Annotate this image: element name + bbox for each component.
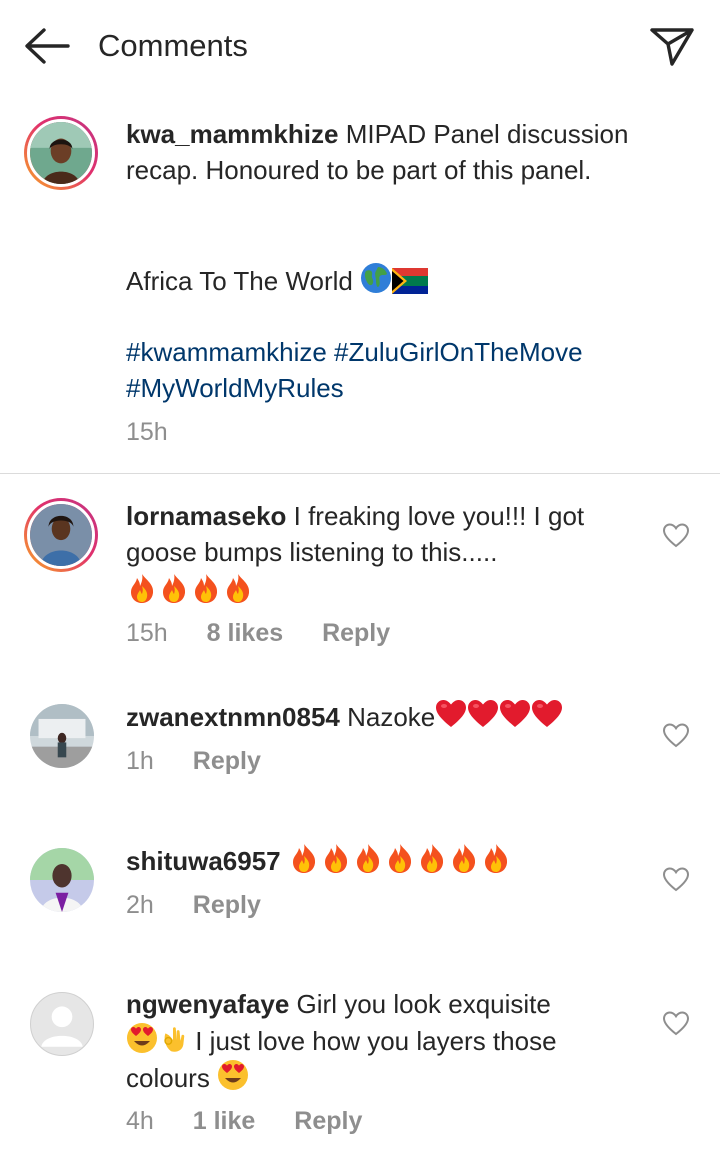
fire-emoji [126, 572, 158, 604]
red-heart-emoji [467, 698, 499, 730]
caption-meta: 15h [126, 417, 200, 447]
red-heart-emoji [499, 698, 531, 730]
avatar-zwanextnmn0854[interactable] [30, 704, 94, 768]
comment-4: ngwenyafaye Girl you look exquisite I ju… [126, 986, 646, 1096]
fire-emoji [448, 842, 480, 874]
avatar-ngwenyafaye[interactable] [30, 992, 94, 1056]
profile-photo [30, 704, 94, 768]
comment-time: 4h [126, 1107, 154, 1135]
comment-2: zwanextnmn0854 Nazoke [126, 698, 646, 735]
comment-time: 2h [126, 891, 154, 919]
comment-1-meta: 15h 8 likes Reply [126, 618, 422, 648]
fire-emoji [158, 572, 190, 604]
post-caption: kwa_mammkhize MIPAD Panel discussion rec… [126, 116, 646, 188]
comment-username[interactable]: ngwenyafaye [126, 989, 289, 1019]
heart-outline-icon [662, 1011, 690, 1036]
like-comment-button[interactable] [662, 722, 690, 748]
fire-emoji [190, 572, 222, 604]
comment-2-meta: 1h Reply [126, 746, 293, 776]
comment-time: 1h [126, 747, 154, 775]
comment-4-meta: 4h 1 like Reply [126, 1106, 394, 1136]
share-button[interactable] [648, 24, 696, 68]
comment-username[interactable]: lornamaseko [126, 501, 286, 531]
globe-emoji [360, 262, 392, 294]
comment-text: Girl you look exquisite [296, 989, 551, 1019]
comment-likes[interactable]: 1 like [193, 1107, 256, 1135]
comment-text-continued: I just love how you layers those [195, 1026, 557, 1056]
like-comment-button[interactable] [662, 1010, 690, 1036]
profile-photo [30, 848, 94, 912]
avatar-lornamaseko[interactable] [24, 498, 98, 572]
like-comment-button[interactable] [662, 866, 690, 892]
comments-header: Comments [0, 0, 720, 92]
heart-outline-icon [662, 723, 690, 748]
default-avatar-icon [41, 1006, 83, 1047]
caption-divider [0, 473, 720, 474]
avatar-kwa-mammkhize[interactable] [24, 116, 98, 190]
page-title: Comments [98, 28, 248, 63]
red-heart-emoji [435, 698, 467, 730]
heart-eyes-emoji [126, 1022, 158, 1054]
caption-hashtags[interactable]: #kwammamkhize #ZuluGirlOnTheMove #MyWorl… [126, 334, 646, 406]
comment-time: 15h [126, 619, 168, 647]
heart-outline-icon [662, 523, 690, 548]
comment-text-end: colours [126, 1063, 210, 1093]
reply-button[interactable]: Reply [322, 619, 390, 647]
red-heart-emoji [531, 698, 563, 730]
south-africa-flag-emoji [392, 268, 428, 294]
profile-photo [30, 122, 92, 184]
back-button[interactable] [22, 26, 72, 66]
comment-3-meta: 2h Reply [126, 890, 293, 920]
caption-africa-text: Africa To The World [126, 266, 353, 296]
fire-emoji [416, 842, 448, 874]
reply-button[interactable]: Reply [193, 747, 261, 775]
comment-username[interactable]: zwanextnmn0854 [126, 702, 340, 732]
reply-button[interactable]: Reply [193, 891, 261, 919]
reply-button[interactable]: Reply [294, 1107, 362, 1135]
avatar-shituwa6957[interactable] [30, 848, 94, 912]
ok-hand-emoji [158, 1024, 188, 1054]
comment-username[interactable]: shituwa6957 [126, 846, 281, 876]
comment-1: lornamaseko I freaking love you!!! I got… [126, 498, 646, 609]
comment-text: Nazoke [347, 702, 436, 732]
like-comment-button[interactable] [662, 522, 690, 548]
fire-emoji [384, 842, 416, 874]
fire-emoji [222, 572, 254, 604]
fire-emoji [288, 842, 320, 874]
paper-plane-icon [650, 28, 694, 66]
caption-line-2: Africa To The World [126, 262, 646, 299]
fire-emoji [352, 842, 384, 874]
fire-emoji [320, 842, 352, 874]
comment-emojis [126, 572, 646, 609]
arrow-left-icon [25, 28, 70, 64]
heart-outline-icon [662, 867, 690, 892]
profile-photo [30, 504, 92, 566]
caption-username[interactable]: kwa_mammkhize [126, 119, 338, 149]
comment-3: shituwa6957 [126, 842, 646, 879]
fire-emoji [480, 842, 512, 874]
caption-time: 15h [126, 418, 168, 446]
comment-likes[interactable]: 8 likes [207, 619, 283, 647]
heart-eyes-emoji [217, 1059, 249, 1091]
